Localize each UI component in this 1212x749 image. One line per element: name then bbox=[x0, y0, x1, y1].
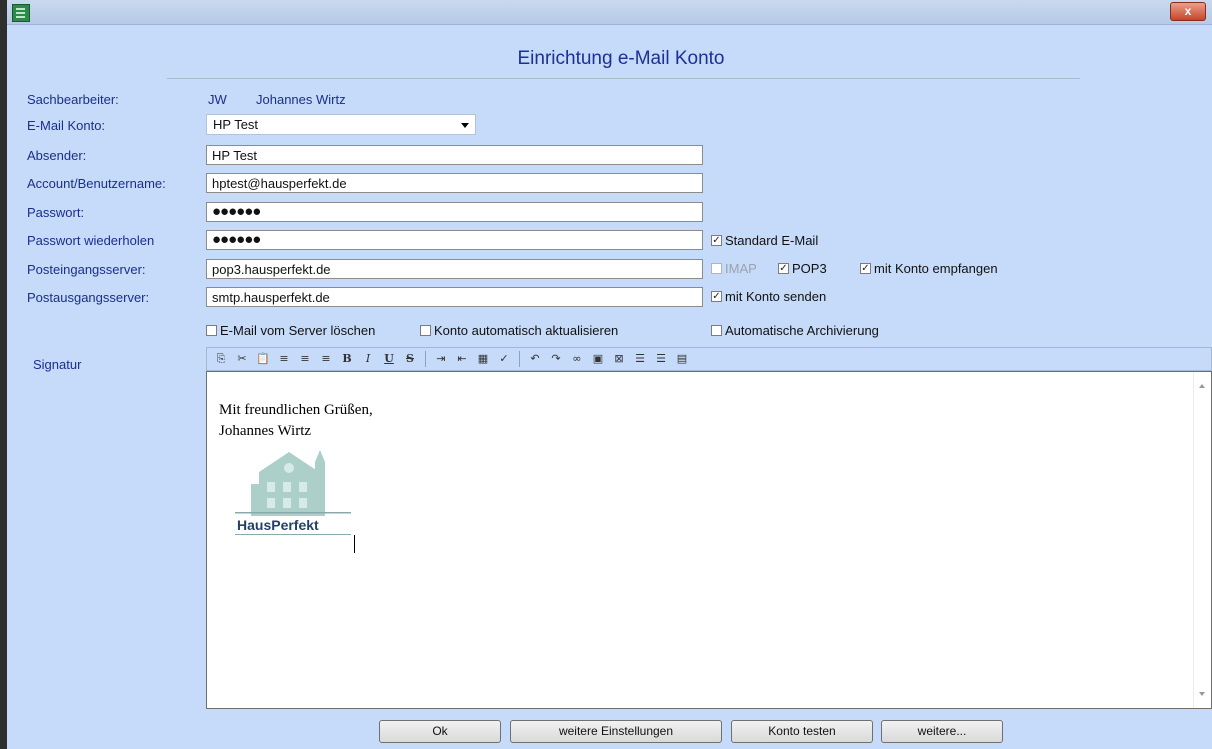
passwort-label: Passwort: bbox=[27, 205, 85, 220]
page-title: Einrichtung e-Mail Konto bbox=[517, 48, 725, 69]
checkbox-icon: ✓ bbox=[778, 262, 789, 274]
checkbox-icon bbox=[206, 324, 217, 336]
auto-archivierung-label: Automatische Archivierung bbox=[725, 322, 879, 338]
bold-icon[interactable]: B bbox=[339, 351, 355, 367]
pop3-label: POP3 bbox=[792, 260, 827, 276]
underline-icon[interactable]: U bbox=[381, 351, 397, 367]
email-konto-selected: HP Test bbox=[213, 117, 259, 132]
cut-icon[interactable]: ✂ bbox=[234, 351, 250, 367]
app-icon bbox=[12, 4, 30, 22]
password-field[interactable]: ●●●●●● bbox=[206, 202, 703, 222]
vertical-scrollbar[interactable] bbox=[1193, 372, 1211, 708]
text-cursor bbox=[354, 535, 355, 553]
mit-konto-senden-label: mit Konto senden bbox=[725, 288, 827, 304]
weitere-button[interactable]: weitere... bbox=[881, 720, 1003, 743]
align-center-icon[interactable]: ≡ bbox=[297, 351, 313, 367]
checkbox-icon bbox=[420, 324, 431, 336]
email-account-dialog: x Einrichtung e-Mail Konto Sachbearbeite… bbox=[7, 0, 1212, 749]
spellcheck-icon[interactable]: ✓ bbox=[496, 351, 512, 367]
checkbox-icon bbox=[711, 262, 722, 274]
hausperfekt-logo: HausPerfekt bbox=[235, 450, 351, 535]
ok-button[interactable]: Ok bbox=[379, 720, 501, 743]
image-icon[interactable]: ▣ bbox=[590, 351, 606, 367]
signature-editor-toolbar: ⎘ ✂ 📋 ≡ ≡ ≡ B I U S ⇥ ⇤ ▦ ✓ ↶ ↷ ∞ ▣ ⊠ ☰ … bbox=[206, 347, 1212, 371]
signature-text: Mit freundlichen Grüßen, Johannes Wirtz bbox=[219, 400, 373, 442]
postausgang-label: Postausgangsserver: bbox=[27, 290, 150, 305]
indent-icon[interactable]: ⇥ bbox=[433, 351, 449, 367]
redo-icon[interactable]: ↷ bbox=[548, 351, 564, 367]
table-icon[interactable]: ▦ bbox=[475, 351, 491, 367]
imap-checkbox[interactable]: IMAP bbox=[711, 260, 757, 276]
mit-konto-senden-checkbox[interactable]: ✓ mit Konto senden bbox=[711, 288, 826, 304]
toolbar-separator bbox=[519, 351, 520, 367]
account-field[interactable]: hptest@hausperfekt.de bbox=[206, 173, 703, 193]
posteingang-field[interactable]: pop3.hausperfekt.de bbox=[206, 259, 703, 279]
link-icon[interactable]: ∞ bbox=[569, 351, 585, 367]
toolbar-separator bbox=[425, 351, 426, 367]
signature-line-1: Mit freundlichen Grüßen, bbox=[219, 402, 373, 418]
mit-konto-empfangen-checkbox[interactable]: ✓ mit Konto empfangen bbox=[860, 260, 998, 276]
passwort-wiederholen-label: Passwort wiederholen bbox=[27, 233, 155, 248]
chevron-down-icon bbox=[461, 123, 469, 128]
close-button[interactable]: x bbox=[1170, 2, 1206, 21]
scroll-up-icon[interactable] bbox=[1199, 384, 1205, 388]
left-frame-edge bbox=[0, 0, 7, 749]
bullet-list-icon[interactable]: ☰ bbox=[653, 351, 669, 367]
strikethrough-icon[interactable]: S bbox=[402, 351, 418, 367]
copy-icon[interactable]: ⎘ bbox=[213, 351, 229, 367]
undo-icon[interactable]: ↶ bbox=[527, 351, 543, 367]
checkbox-icon: ✓ bbox=[711, 290, 722, 302]
posteingang-label: Posteingangsserver: bbox=[27, 262, 146, 277]
pop3-checkbox[interactable]: ✓ POP3 bbox=[778, 260, 827, 276]
email-konto-label: E-Mail Konto: bbox=[27, 118, 106, 133]
auto-archivierung-checkbox[interactable]: Automatische Archivierung bbox=[711, 322, 879, 338]
auto-aktualisieren-label: Konto automatisch aktualisieren bbox=[434, 322, 619, 338]
title-divider bbox=[167, 78, 1080, 79]
imap-label: IMAP bbox=[725, 260, 757, 276]
scroll-down-icon[interactable] bbox=[1199, 692, 1205, 696]
account-label: Account/Benutzername: bbox=[27, 176, 166, 191]
title-bar: x bbox=[7, 0, 1212, 25]
password-repeat-field[interactable]: ●●●●●● bbox=[206, 230, 703, 250]
checkbox-icon: ✓ bbox=[711, 234, 722, 246]
checkbox-icon bbox=[711, 324, 722, 336]
postausgang-field[interactable]: smtp.hausperfekt.de bbox=[206, 287, 703, 307]
weitere-einstellungen-button[interactable]: weitere Einstellungen bbox=[510, 720, 722, 743]
signatur-label: Signatur bbox=[33, 357, 82, 372]
vom-server-loeschen-label: E-Mail vom Server löschen bbox=[220, 322, 376, 338]
standard-email-checkbox[interactable]: ✓ Standard E-Mail bbox=[711, 232, 818, 248]
konto-testen-button[interactable]: Konto testen bbox=[731, 720, 873, 743]
checkbox-icon: ✓ bbox=[860, 262, 871, 274]
paste-icon[interactable]: 📋 bbox=[255, 351, 271, 367]
signature-line-2: Johannes Wirtz bbox=[219, 423, 312, 439]
signature-editor[interactable]: Mit freundlichen Grüßen, Johannes Wirtz … bbox=[206, 371, 1212, 709]
standard-email-label: Standard E-Mail bbox=[725, 232, 819, 248]
absender-label: Absender: bbox=[27, 148, 87, 163]
sachbearbeiter-label: Sachbearbeiter: bbox=[27, 92, 119, 107]
sachbearbeiter-name: Johannes Wirtz bbox=[256, 92, 346, 107]
logo-text: HausPerfekt bbox=[237, 517, 319, 533]
absender-field[interactable]: HP Test bbox=[206, 145, 703, 165]
horizontal-rule-icon[interactable]: ▤ bbox=[674, 351, 690, 367]
numbered-list-icon[interactable]: ☰ bbox=[632, 351, 648, 367]
sachbearbeiter-kuerzel: JW bbox=[208, 92, 227, 107]
italic-icon[interactable]: I bbox=[360, 351, 376, 367]
vom-server-loeschen-checkbox[interactable]: E-Mail vom Server löschen bbox=[206, 322, 375, 338]
auto-aktualisieren-checkbox[interactable]: Konto automatisch aktualisieren bbox=[420, 322, 618, 338]
select-all-icon[interactable]: ⊠ bbox=[611, 351, 627, 367]
outdent-icon[interactable]: ⇤ bbox=[454, 351, 470, 367]
align-right-icon[interactable]: ≡ bbox=[318, 351, 334, 367]
mit-konto-empfangen-label: mit Konto empfangen bbox=[874, 260, 998, 276]
email-konto-select[interactable]: HP Test bbox=[206, 114, 476, 135]
align-left-icon[interactable]: ≡ bbox=[276, 351, 292, 367]
